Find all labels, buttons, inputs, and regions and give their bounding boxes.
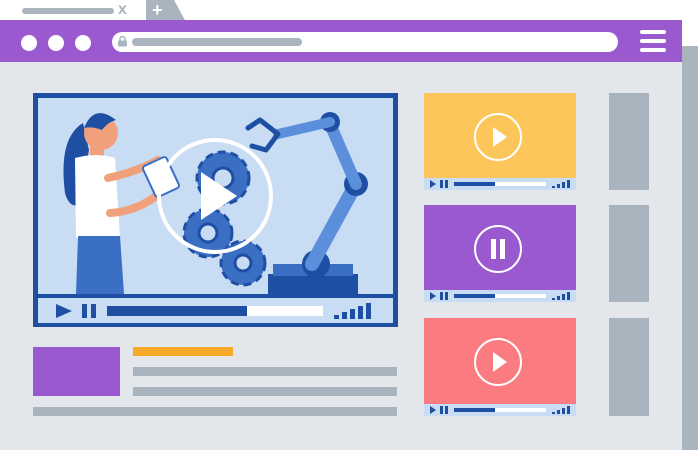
url-placeholder — [132, 38, 302, 46]
sidebar-placeholder — [609, 93, 649, 190]
thumb-progress-fill — [454, 408, 495, 412]
play-icon[interactable] — [56, 304, 72, 318]
window-dot-icon[interactable] — [21, 35, 37, 51]
woman-illustration — [63, 113, 180, 294]
video-illustration — [63, 112, 368, 294]
progress-fill — [107, 306, 247, 316]
hamburger-icon[interactable] — [640, 30, 666, 52]
thumb-progress-track[interactable] — [454, 294, 546, 298]
thumb-controls — [424, 178, 576, 190]
thumb-progress-fill — [454, 182, 495, 186]
thumb-controls — [424, 290, 576, 302]
channel-thumbnail[interactable] — [33, 347, 120, 396]
thumb-controls — [424, 404, 576, 416]
playlist-video[interactable] — [424, 93, 576, 190]
tab-close-icon[interactable]: x — [118, 1, 127, 19]
pause-icon[interactable] — [82, 304, 96, 318]
pause-icon[interactable] — [474, 225, 522, 273]
gears-illustration — [182, 150, 267, 287]
video-frame[interactable] — [38, 98, 393, 294]
lock-icon — [118, 36, 127, 47]
description-line — [133, 387, 397, 396]
sidebar-placeholder — [609, 205, 649, 302]
tab-title-placeholder — [22, 8, 114, 14]
play-icon[interactable] — [474, 113, 522, 161]
window-shadow — [682, 46, 698, 450]
new-tab-plus-icon[interactable]: + — [152, 0, 163, 20]
thumb-progress-track[interactable] — [454, 408, 546, 412]
description-line — [133, 367, 397, 376]
playlist-video[interactable] — [424, 205, 576, 302]
signal-bars-icon[interactable] — [334, 303, 372, 319]
play-icon[interactable] — [474, 338, 522, 386]
window-dot-icon[interactable] — [48, 35, 64, 51]
window-dot-icon[interactable] — [75, 35, 91, 51]
sidebar-placeholder — [609, 318, 649, 416]
description-line — [33, 407, 397, 416]
thumb-progress-track[interactable] — [454, 182, 546, 186]
thumb-progress-fill — [454, 294, 495, 298]
playlist-video[interactable] — [424, 318, 576, 416]
video-title-placeholder[interactable] — [133, 347, 233, 356]
